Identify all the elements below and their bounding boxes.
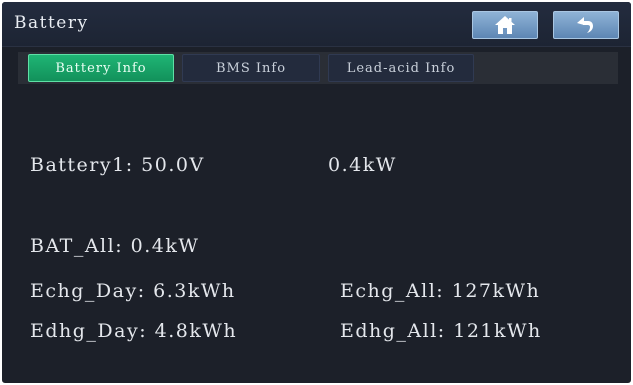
battery1-power: 0.4kW [328,154,397,176]
echg-all: Echg_All: 127kWh [340,280,541,302]
tab-bar: Battery Info BMS Info Lead-acid Info [18,52,618,84]
battery1-voltage: Battery1: 50.0V [30,154,205,176]
home-button[interactable] [472,11,538,39]
tab-bms-info[interactable]: BMS Info [182,54,320,82]
back-arrow-icon [577,17,593,33]
echg-day: Echg_Day: 6.3kWh [30,280,236,302]
page-title: Battery [14,13,89,33]
edhg-all: Edhg_All: 121kWh [340,320,542,342]
tab-lead-acid-info[interactable]: Lead-acid Info [328,54,474,82]
edhg-day: Edhg_Day: 4.8kWh [30,320,238,342]
title-bar: Battery [2,2,631,47]
battery-screen: Battery Battery Info BMS Info Lead-acid … [2,2,631,383]
tab-battery-info[interactable]: Battery Info [28,54,174,82]
bat-all-power: BAT_All: 0.4kW [30,235,200,257]
home-icon [495,16,515,34]
back-button[interactable] [553,11,619,39]
